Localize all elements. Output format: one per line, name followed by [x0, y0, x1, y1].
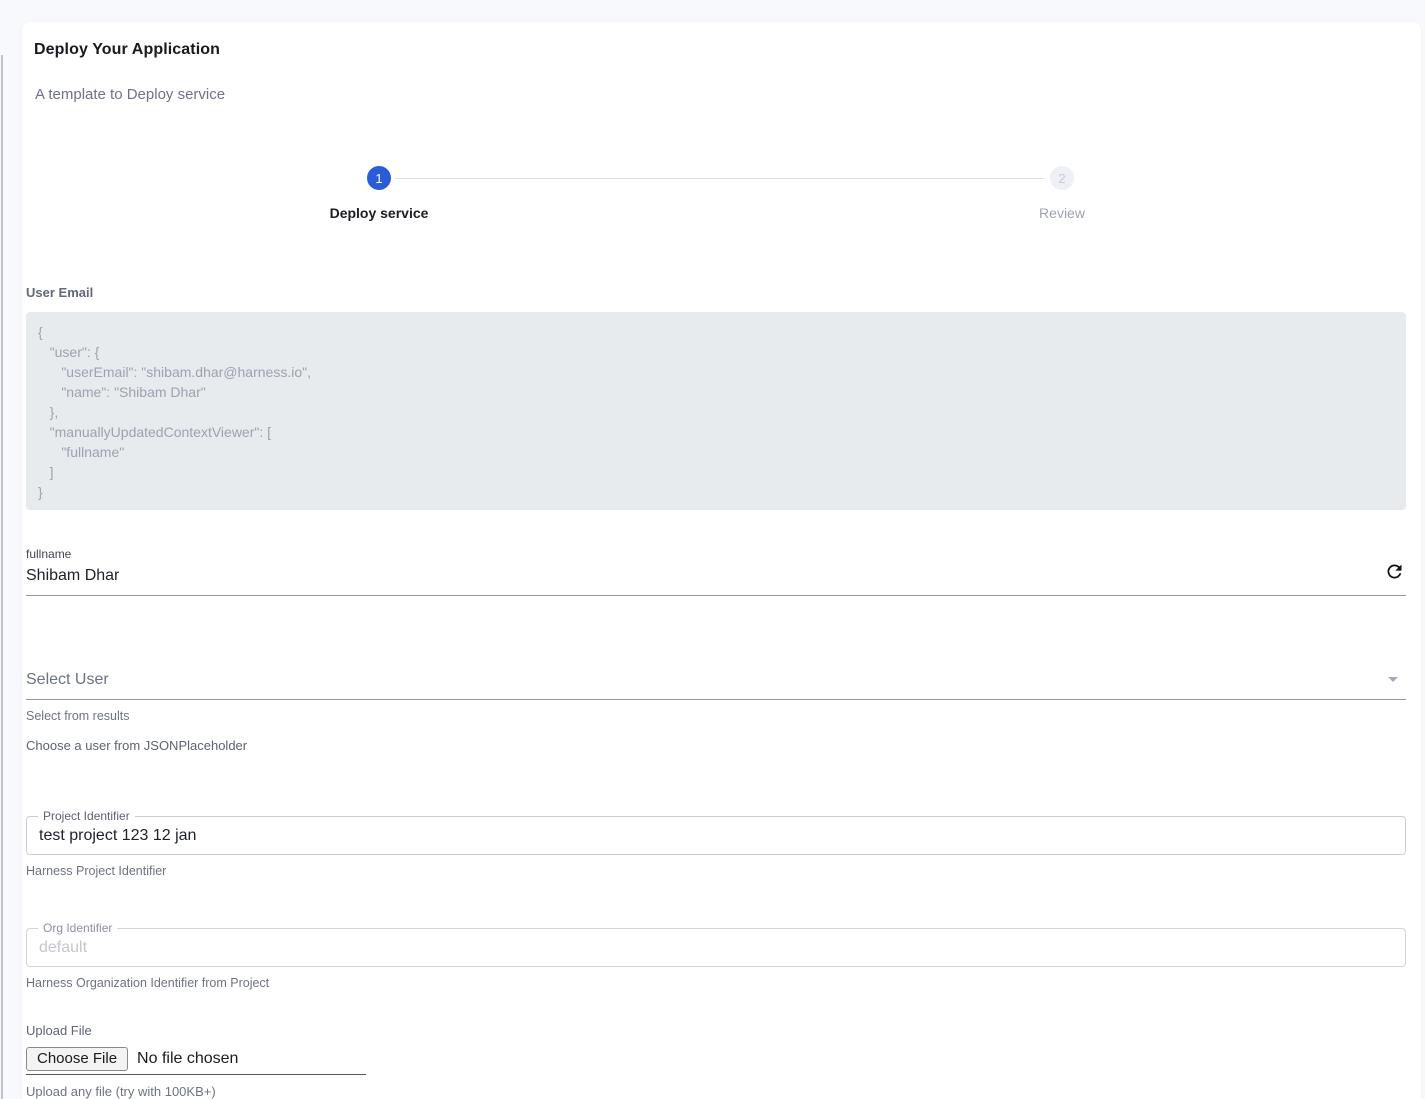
project-identifier-field: Project Identifier [26, 816, 1406, 855]
step-indicator-deploy-service: 1 [367, 166, 391, 190]
select-user-value: Select User [26, 671, 109, 688]
fullname-label: fullname [26, 547, 1406, 561]
choose-file-button[interactable]: Choose File [26, 1047, 128, 1071]
upload-file-label: Upload File [26, 1023, 1406, 1038]
file-chosen-status: No file chosen [137, 1050, 238, 1068]
page-subtitle: A template to Deploy service [35, 86, 1406, 103]
org-identifier-input[interactable] [27, 929, 1405, 966]
json-code: { "user": { "userEmail": "shibam.dhar@ha… [38, 322, 1394, 502]
project-identifier-helper: Harness Project Identifier [26, 864, 1406, 878]
file-input[interactable]: Choose File No file chosen [26, 1047, 366, 1075]
step-number: 1 [375, 171, 382, 186]
step-connector [395, 178, 1044, 179]
refresh-icon[interactable] [1382, 559, 1406, 583]
chevron-down-icon [1388, 677, 1398, 682]
step-indicator-review: 2 [1050, 166, 1074, 190]
fullname-input[interactable] [26, 564, 1406, 596]
org-identifier-helper: Harness Organization Identifier from Pro… [26, 976, 1406, 990]
select-user-helper: Select from results [26, 709, 1406, 723]
project-identifier-input[interactable] [27, 817, 1405, 854]
left-edge-divider [1, 55, 3, 1099]
refresh-icon-glyph [1384, 561, 1405, 582]
org-identifier-label: Org Identifier [38, 921, 117, 935]
page-title: Deploy Your Application [34, 41, 1406, 59]
step-label-review: Review [962, 205, 1162, 221]
project-identifier-label: Project Identifier [38, 809, 135, 823]
fullname-field-group: fullname [26, 547, 1406, 596]
step-number: 2 [1058, 171, 1065, 186]
user-email-json-viewer: { "user": { "userEmail": "shibam.dhar@ha… [26, 312, 1406, 510]
template-form-card: Deploy Your Application A template to De… [22, 22, 1421, 1099]
org-identifier-field: Org Identifier [26, 928, 1406, 967]
user-email-label: User Email [26, 285, 1406, 300]
wizard-stepper: 1 2 Deploy service Review [26, 143, 1406, 263]
select-user-description: Choose a user from JSONPlaceholder [26, 738, 1406, 753]
upload-file-helper: Upload any file (try with 100KB+) [26, 1084, 1406, 1099]
step-label-deploy-service: Deploy service [279, 205, 479, 221]
select-user-dropdown[interactable]: Select User [26, 663, 1406, 700]
